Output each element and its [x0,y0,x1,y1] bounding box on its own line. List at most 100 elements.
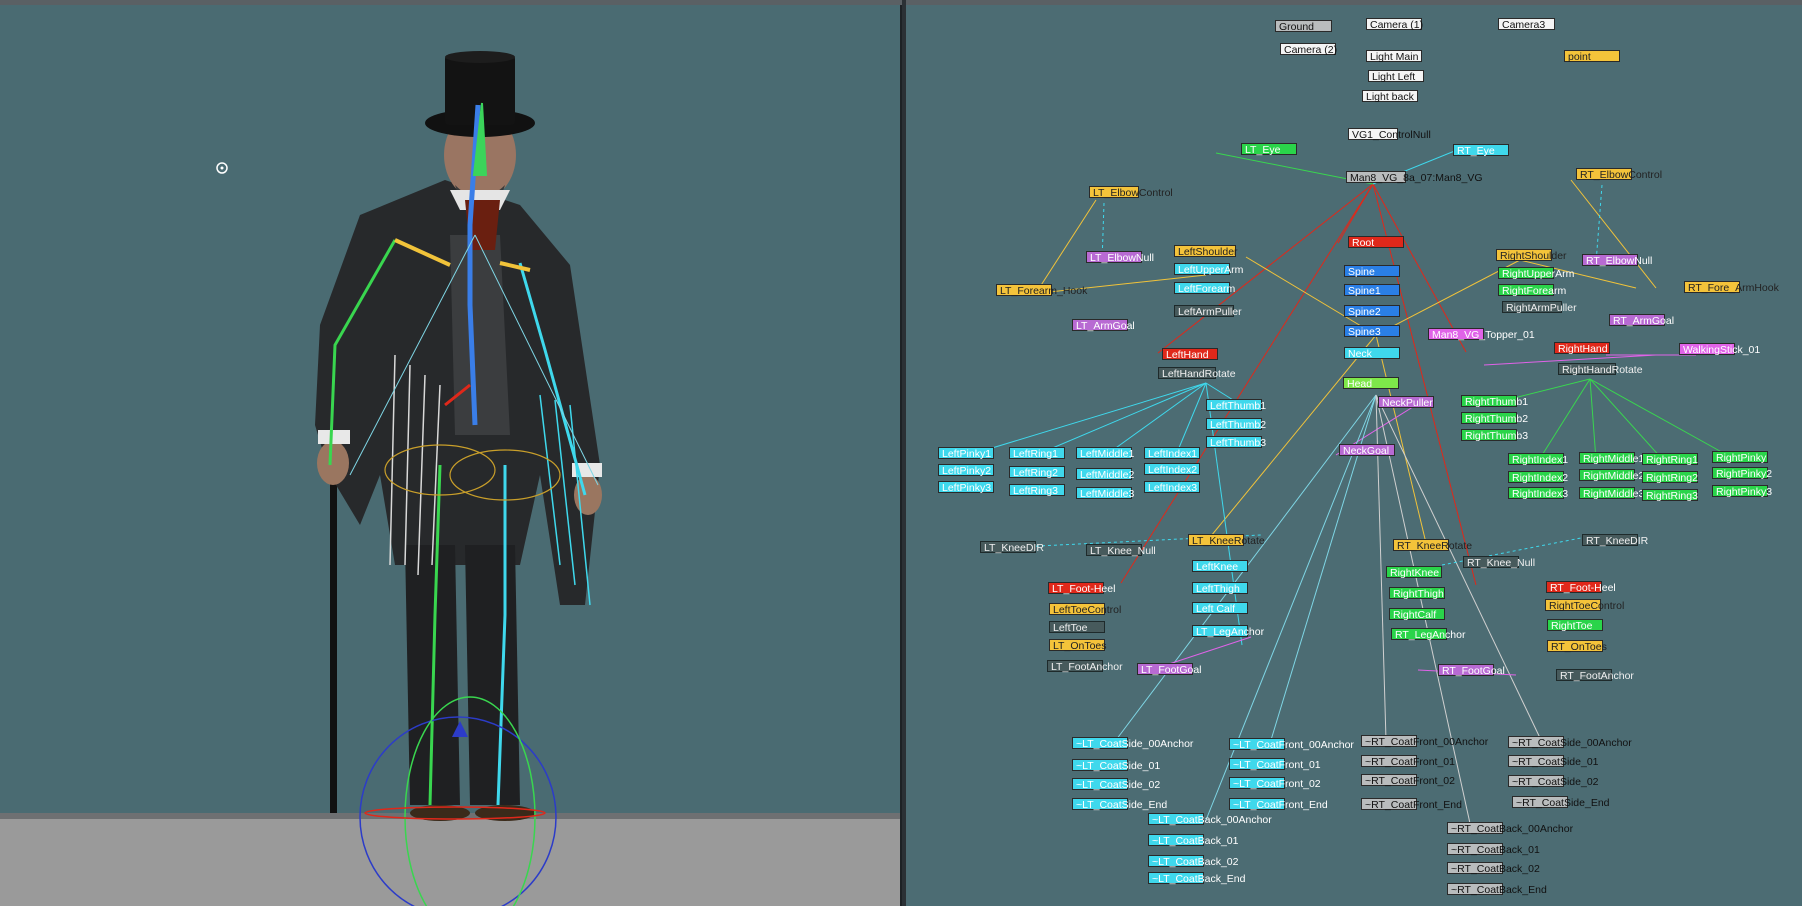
node-rt-kneedir[interactable]: RT_KneeDIR [1582,534,1648,547]
node-leftpinky2[interactable]: LeftPinky2 [938,464,994,477]
node-root[interactable]: Root [1348,236,1404,249]
node-rightpinky2[interactable]: RightPinky2 [1712,467,1772,480]
node-rt-elbownull[interactable]: RT_ElbowNull [1582,254,1652,267]
node-rightthumb2[interactable]: RightThumb2 [1461,412,1528,425]
node-rt-ontoes[interactable]: RT_OnToes [1547,640,1607,653]
node-lt-coatside-01[interactable]: ~LT_CoatSide_01 [1072,759,1160,772]
node-spine3[interactable]: Spine3 [1344,325,1400,338]
node-lt-coatback-00anchor[interactable]: ~LT_CoatBack_00Anchor [1148,813,1272,826]
node-rt-foot-heel[interactable]: RT_Foot-Heel [1546,581,1616,594]
node-rt-coatfront-00anchor[interactable]: ~RT_CoatFront_00Anchor [1361,735,1488,748]
node-point[interactable]: point [1564,50,1620,63]
node-camera-2[interactable]: Camera (2) [1280,43,1337,56]
node-leftring2[interactable]: LeftRing2 [1009,466,1065,479]
node-walkingstick-01[interactable]: WalkingStick_01 [1679,343,1760,356]
node-lt-coatfront-end[interactable]: ~LT_CoatFront_End [1229,798,1328,811]
node-rightring1[interactable]: RightRing1 [1642,453,1698,466]
node-lefttoecontrol[interactable]: LeftToeControl [1049,603,1121,616]
node-leftindex3[interactable]: LeftIndex3 [1144,481,1200,494]
node-rt-leganchor[interactable]: RT_LegAnchor [1391,628,1465,641]
node-leftcalf[interactable]: Left Calf [1192,602,1248,615]
node-lt-coatfront-02[interactable]: ~LT_CoatFront_02 [1229,777,1321,790]
node-light-left[interactable]: Light Left [1368,70,1424,83]
node-leftthumb1[interactable]: LeftThumb1 [1206,399,1266,412]
node-rt-footgoal[interactable]: RT_FootGoal [1438,664,1505,677]
node-camera3[interactable]: Camera3 [1498,18,1555,31]
node-rightupperarm[interactable]: RightUpperArm [1498,267,1574,280]
node-rt-coatback-00anchor[interactable]: ~RT_CoatBack_00Anchor [1447,822,1573,835]
node-leftthumb2[interactable]: LeftThumb2 [1206,418,1266,431]
node-leftindex1[interactable]: LeftIndex1 [1144,447,1200,460]
node-rightpinky3[interactable]: RightPinky3 [1712,485,1772,498]
node-leftthumb3[interactable]: LeftThumb3 [1206,436,1266,449]
node-neck[interactable]: Neck [1344,347,1400,360]
node-lt-footgoal[interactable]: LT_FootGoal [1137,663,1202,676]
node-rightcalf[interactable]: RightCalf [1389,608,1445,621]
node-righthandrotate[interactable]: RightHandRotate [1558,363,1643,376]
node-lt-coatside-02[interactable]: ~LT_CoatSide_02 [1072,778,1160,791]
schematic-view[interactable]: Ground Camera (1) Camera3 Camera (2) Lig… [906,5,1802,906]
node-leftupperarm[interactable]: LeftUpperArm [1174,263,1243,276]
node-lt-leganchor[interactable]: LT_LegAnchor [1192,625,1264,638]
node-man8-vg-topper[interactable]: Man8_VG_Topper_01 [1428,328,1535,341]
node-rightforearm[interactable]: RightForearm [1498,284,1566,297]
node-rt-elbowcontrol[interactable]: RT_ElbowControl [1576,168,1662,181]
node-leftforearm[interactable]: LeftForearm [1174,282,1235,295]
node-lt-knee-null[interactable]: LT_Knee_Null [1086,544,1156,557]
node-lt-footanchor[interactable]: LT_FootAnchor [1047,660,1123,673]
node-lt-forearm-hook[interactable]: LT_Forearm_Hook [996,284,1087,297]
node-leftknee[interactable]: LeftKnee [1192,560,1248,573]
node-rightpinky[interactable]: RightPinky [1712,451,1768,464]
node-leftshoulder[interactable]: LeftShoulder [1174,245,1238,258]
node-light-back[interactable]: Light back [1362,90,1418,103]
node-rt-armgoal[interactable]: RT_ArmGoal [1609,314,1674,327]
node-rt-kneerotate[interactable]: RT_KneeRotate [1393,539,1472,552]
node-lefthandrotate[interactable]: LeftHandRotate [1158,367,1236,380]
node-rightarmpuller[interactable]: RightArmPuller [1502,301,1577,314]
node-rt-coatside-end[interactable]: ~RT_CoatSide_End [1512,796,1610,809]
node-spine[interactable]: Spine [1344,265,1400,278]
node-leftmiddle2[interactable]: LeftMiddle2 [1076,468,1134,481]
node-lt-coatside-end[interactable]: ~LT_CoatSide_End [1072,798,1167,811]
node-spine2[interactable]: Spine2 [1344,305,1400,318]
node-rt-coatback-end[interactable]: ~RT_CoatBack_End [1447,883,1547,896]
node-lt-elbowcontrol[interactable]: LT_ElbowControl [1089,186,1173,199]
node-leftring1[interactable]: LeftRing1 [1009,447,1065,460]
node-rightknee[interactable]: RightKnee [1386,566,1442,579]
node-spine1[interactable]: Spine1 [1344,284,1400,297]
node-rt-coatback-01[interactable]: ~RT_CoatBack_01 [1447,843,1540,856]
node-rightthigh[interactable]: RightThigh [1389,587,1445,600]
node-rt-coatfront-end[interactable]: ~RT_CoatFront_End [1361,798,1462,811]
node-lt-foot-heel[interactable]: LT_Foot-Heel [1048,582,1115,595]
node-rightthumb1[interactable]: RightThumb1 [1461,395,1528,408]
node-rt-footanchor[interactable]: RT_FootAnchor [1556,669,1634,682]
node-lt-coatback-01[interactable]: ~LT_CoatBack_01 [1148,834,1239,847]
node-light-main[interactable]: Light Main [1366,50,1422,63]
node-rt-eye[interactable]: RT_Eye [1453,144,1509,157]
node-leftthigh[interactable]: LeftThigh [1192,582,1248,595]
node-rightindex2[interactable]: RightIndex2 [1508,471,1568,484]
node-head[interactable]: Head [1343,377,1399,390]
node-lefthand[interactable]: LeftHand [1162,348,1218,361]
node-lt-armgoal[interactable]: LT_ArmGoal [1072,319,1135,332]
node-rt-coatback-02[interactable]: ~RT_CoatBack_02 [1447,862,1540,875]
node-rightmiddle1[interactable]: RightMiddle1 [1579,452,1644,465]
node-leftpinky3[interactable]: LeftPinky3 [938,481,994,494]
node-righttoe[interactable]: RightToe [1547,619,1603,632]
node-rightindex1[interactable]: RightIndex1 [1508,453,1568,466]
node-camera-1[interactable]: Camera (1) [1366,18,1423,31]
node-rt-fore-armhook[interactable]: RT_Fore_ArmHook [1684,281,1779,294]
node-leftarmpuller[interactable]: LeftArmPuller [1174,305,1242,318]
node-rt-knee-null[interactable]: RT_Knee_Null [1463,556,1535,569]
node-rightshoulder[interactable]: RightShoulder [1496,249,1567,262]
node-rightring3[interactable]: RightRing3 [1642,489,1698,502]
node-rightmiddle3[interactable]: RightMiddle3 [1579,487,1644,500]
node-rightindex3[interactable]: RightIndex3 [1508,487,1568,500]
node-man8-vg[interactable]: Man8_VG_8a_07:Man8_VG [1346,171,1483,184]
node-righttoecontrol[interactable]: RightToeControl [1545,599,1624,612]
node-ground[interactable]: Ground [1275,20,1332,33]
node-rightthumb3[interactable]: RightThumb3 [1461,429,1528,442]
node-lt-coatside-00anchor[interactable]: ~LT_CoatSide_00Anchor [1072,737,1193,750]
node-rt-coatside-00anchor[interactable]: ~RT_CoatSide_00Anchor [1508,736,1632,749]
node-rt-coatside-01[interactable]: ~RT_CoatSide_01 [1508,755,1599,768]
